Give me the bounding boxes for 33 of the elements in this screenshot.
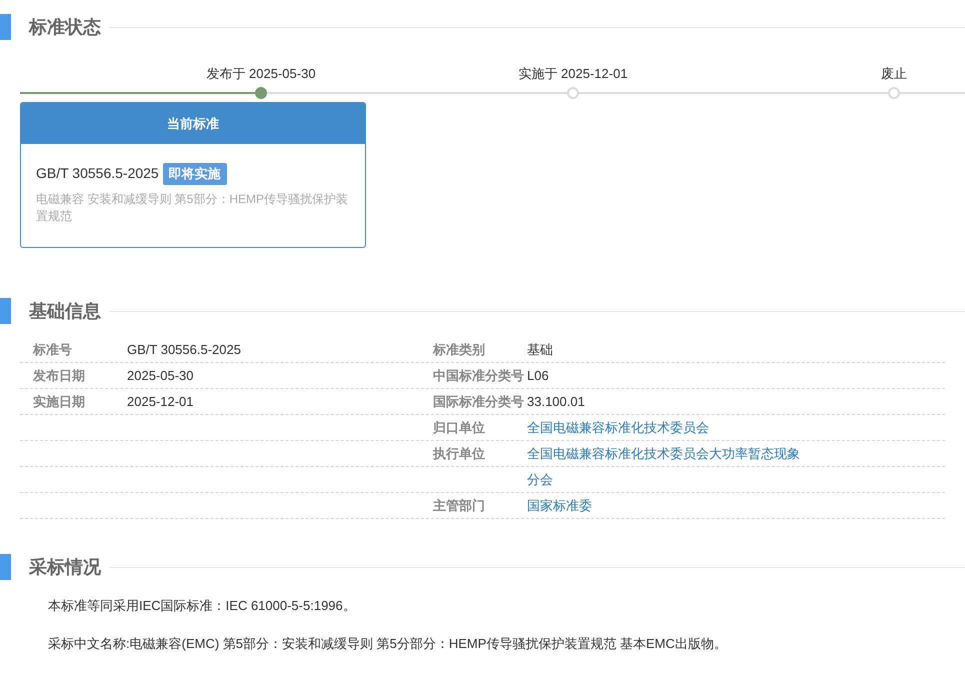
- card-header: 当前标准: [167, 114, 219, 133]
- field-link[interactable]: 全国电磁兼容标准化技术委员会大功率暂态现象分会: [527, 441, 803, 492]
- section-title: 标准状态: [29, 16, 101, 38]
- field-label: 发布日期: [32, 367, 86, 385]
- field-label: 国际标准分类号: [432, 393, 525, 411]
- adoption-text: 采标中文名称:电磁兼容(EMC) 第5部分：安装和减缓导则 第5分部分：HEMP传导骚扰保护装置规范 基本EMC出版物。: [48, 634, 728, 653]
- field-label: 标准类别: [432, 341, 486, 359]
- section-title: 基础信息: [29, 300, 101, 322]
- field-label: 执行单位: [432, 445, 486, 463]
- standard-code: GB/T 30556.5-2025: [36, 164, 159, 184]
- field-label: 归口单位: [432, 419, 486, 437]
- field-value: GB/T 30556.5-2025: [127, 341, 241, 359]
- field-value: 2025-05-30: [127, 367, 194, 385]
- field-label: 中国标准分类号: [432, 367, 525, 385]
- field-value: 33.100.01: [527, 393, 585, 411]
- section-marker: [0, 14, 11, 40]
- standard-description: 电磁兼容 安装和减缓导则 第5部分：HEMP传导骚扰保护装置规范: [36, 190, 350, 224]
- field-value: 2025-12-01: [127, 393, 194, 411]
- field-link[interactable]: 国家标准委: [527, 493, 803, 518]
- timeline-label: 废止: [881, 65, 907, 83]
- section-marker: [0, 298, 11, 324]
- status-badge: 即将实施: [162, 163, 227, 184]
- adoption-text: 本标准等同采用IEC国际标准：IEC 61000-5-5:1996。: [48, 597, 357, 615]
- timeline-label: 发布于 2025-05-30: [206, 65, 316, 83]
- timeline-label: 实施于 2025-12-01: [518, 65, 628, 83]
- field-label: 实施日期: [32, 393, 86, 411]
- section-title: 采标情况: [29, 556, 101, 578]
- field-value: L06: [527, 367, 549, 385]
- section-marker: [0, 554, 11, 580]
- field-link[interactable]: 全国电磁兼容标准化技术委员会: [527, 415, 803, 440]
- field-label: 标准号: [32, 341, 73, 359]
- field-value: 基础: [527, 341, 553, 359]
- field-label: 主管部门: [432, 497, 486, 515]
